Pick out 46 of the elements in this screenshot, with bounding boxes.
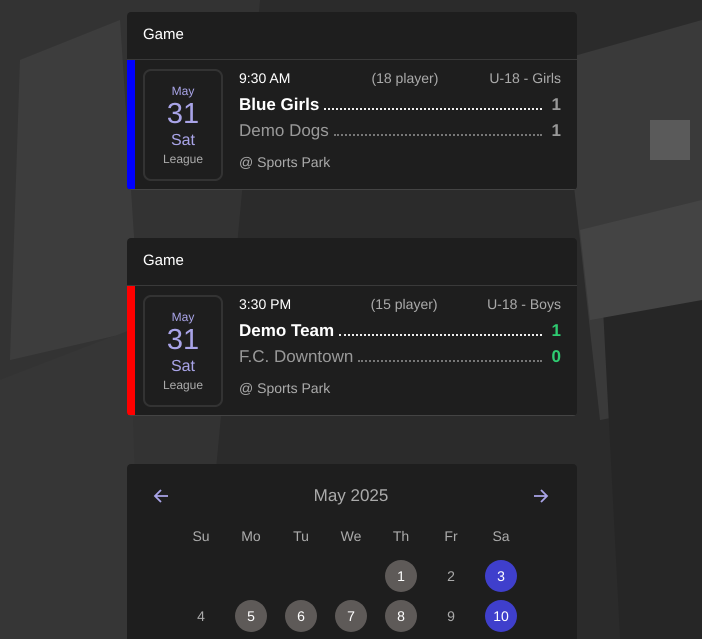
game-time: 9:30 AM [239,70,290,86]
calendar-day[interactable]: 3 [485,560,517,592]
game-type: League [162,378,204,392]
team-score: 1 [552,95,561,115]
division: U-18 - Boys [487,296,561,312]
team-name: Demo Team [239,321,334,341]
calendar-day[interactable]: 9 [435,600,467,632]
calendar-day[interactable]: 4 [185,600,217,632]
calendar-day[interactable]: 7 [335,600,367,632]
team-score: 1 [552,121,561,141]
weekday-label: Tu [292,528,310,546]
calendar-day[interactable]: 6 [285,600,317,632]
weekday-label: Th [392,528,410,546]
game-type: League [162,152,204,166]
weekday-label: Fr [443,528,459,546]
date-weekday: Sat [170,132,195,150]
card-title: Game [127,238,577,286]
calendar-day[interactable]: 1 [385,560,417,592]
team-name: Demo Dogs [239,121,329,141]
team-name: Blue Girls [239,95,320,115]
weekday-label: We [340,528,362,546]
player-count: (18 player) [371,70,438,86]
month-title: May 2025 [314,486,388,506]
weekday-label: Su [191,528,211,546]
calendar-day[interactable]: 5 [235,600,267,632]
calendar-day[interactable]: 2 [435,560,467,592]
arrow-right-icon[interactable] [532,487,550,505]
team-score: 1 [552,321,561,341]
weekday-label: Sa [491,528,511,546]
game-time: 3:30 PM [239,296,292,312]
card-title: Game [127,12,577,60]
division: U-18 - Girls [489,70,561,86]
arrow-left-icon[interactable] [152,487,170,505]
team-score: 0 [552,347,561,367]
date-day: 31 [166,324,200,356]
player-count: (15 player) [370,296,438,312]
calendar-day[interactable]: 8 [385,600,417,632]
weekday-label: Mo [240,528,262,546]
team-name: F.C. Downtown [239,347,354,367]
date-month: May [172,84,194,98]
game-location: @ Sports Park [239,154,332,170]
date-weekday: Sat [170,358,195,376]
calendar-day[interactable]: 10 [485,600,517,632]
date-day: 31 [166,98,200,130]
date-month: May [172,310,194,324]
game-location: @ Sports Park [239,380,332,396]
